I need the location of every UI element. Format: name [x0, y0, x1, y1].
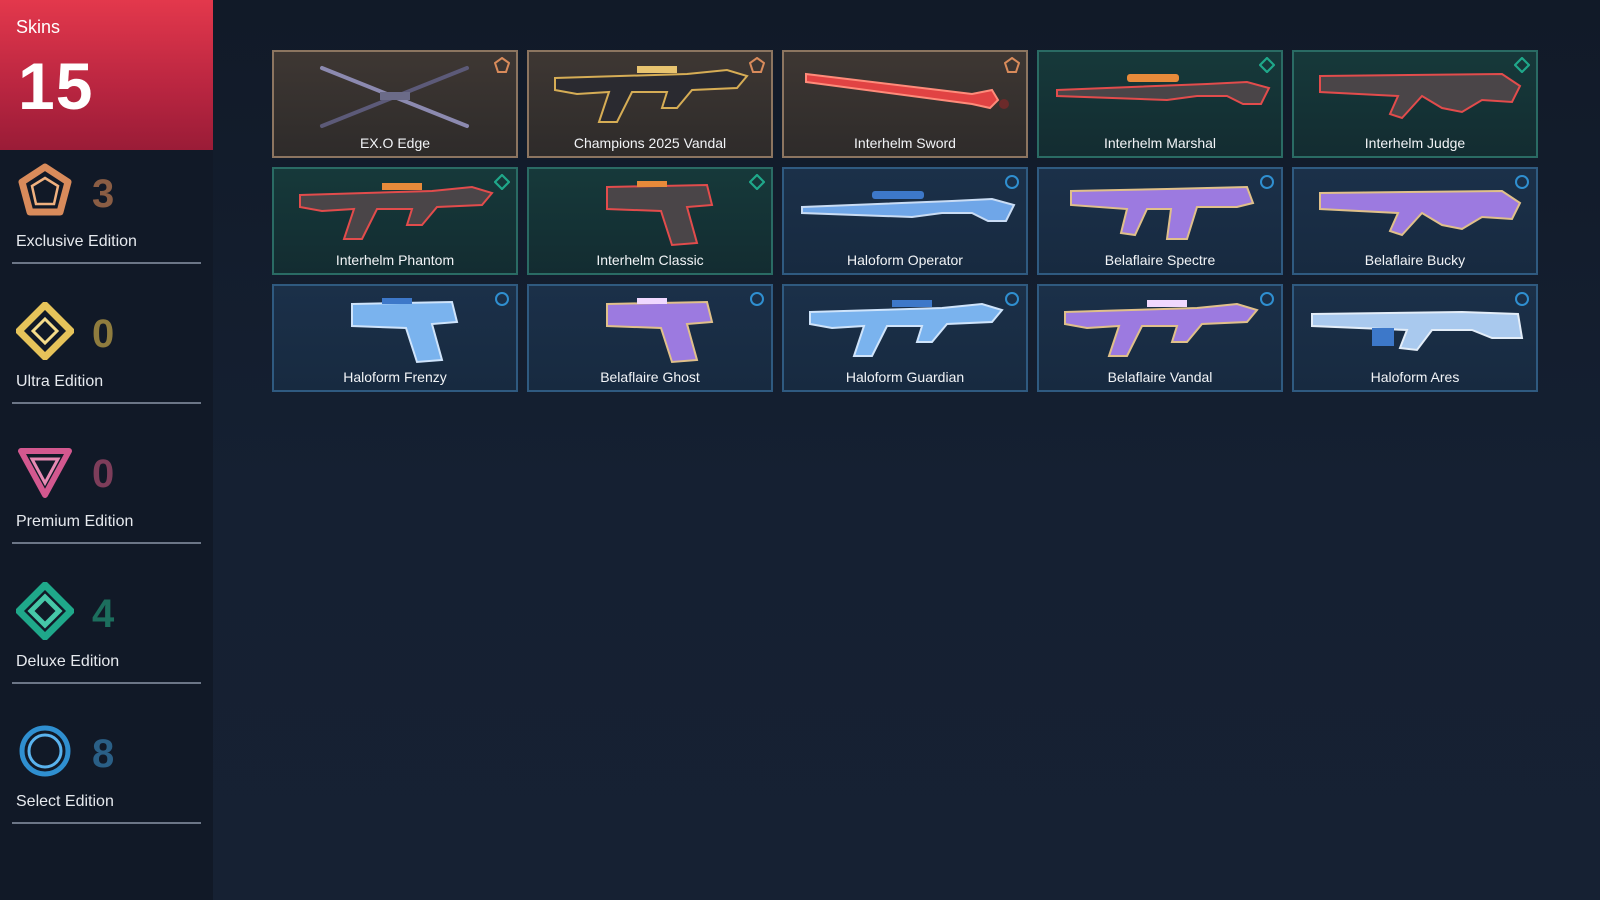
tier-deluxe-label: Deluxe Edition — [16, 653, 120, 670]
select-badge-icon — [1260, 292, 1274, 306]
exclusive-badge-icon — [749, 57, 765, 73]
premium-edition-icon — [18, 448, 72, 498]
skin-name: Haloform Frenzy — [343, 369, 447, 385]
skins-collection-screen: Skins 15 3 Exclusive Edition 0 Ultra Edi… — [0, 0, 1600, 900]
ultra-edition-icon — [16, 302, 74, 360]
select-badge-icon — [1515, 292, 1529, 306]
skin-name: Belaflaire Bucky — [1364, 252, 1466, 268]
tier-deluxe-count: 4 — [92, 592, 115, 636]
weapon-image — [805, 72, 1009, 110]
skin-card[interactable]: Interhelm Classic — [527, 167, 773, 275]
select-badge-icon — [495, 292, 509, 306]
tier-exclusive-count: 3 — [92, 172, 115, 216]
deluxe-badge-icon — [1514, 57, 1530, 73]
tier-select-edition[interactable]: 8 Select Edition — [12, 722, 201, 824]
tier-ultra-edition[interactable]: 0 Ultra Edition — [12, 302, 201, 404]
tier-exclusive-label: Exclusive Edition — [16, 233, 137, 250]
skin-name: Interhelm Marshal — [1103, 135, 1217, 151]
skin-card[interactable]: Belaflaire Bucky — [1292, 167, 1538, 275]
tier-sidebar: Skins 15 3 Exclusive Edition 0 Ultra Edi… — [0, 0, 213, 900]
weapon-image — [554, 66, 749, 123]
exclusive-edition-icon — [18, 163, 72, 216]
skin-card[interactable]: EX.O Edge — [272, 50, 518, 158]
select-badge-icon — [1005, 292, 1019, 306]
skin-name: Haloform Operator — [847, 252, 963, 268]
tier-exclusive-edition[interactable]: 3 Exclusive Edition — [12, 162, 201, 264]
skin-name: Interhelm Sword — [854, 135, 956, 151]
skin-card[interactable]: Haloform Frenzy — [272, 284, 518, 392]
skins-grid: EX.O Edge Champions 2025 Vandal Interhelm … — [272, 50, 1538, 392]
select-badge-icon — [1515, 175, 1529, 189]
skin-name: Belaflaire Vandal — [1107, 369, 1213, 385]
skin-card[interactable]: Belaflaire Vandal — [1037, 284, 1283, 392]
select-badge-icon — [1260, 175, 1274, 189]
weapon-image — [1056, 74, 1271, 105]
weapon-image — [1311, 310, 1524, 352]
skin-name: EX.O Edge — [359, 135, 431, 151]
weapon-image — [351, 298, 459, 364]
weapon-image — [809, 300, 1004, 357]
weapon-image — [1064, 300, 1259, 357]
select-badge-icon — [1005, 175, 1019, 189]
skin-name: Interhelm Judge — [1364, 135, 1466, 151]
deluxe-badge-icon — [749, 174, 765, 190]
total-skins-count: 15 — [18, 49, 94, 123]
weapon-image — [1070, 185, 1255, 240]
skin-card[interactable]: Interhelm Phantom — [272, 167, 518, 275]
skin-name: Interhelm Classic — [596, 252, 704, 268]
tier-ultra-label: Ultra Edition — [16, 373, 104, 390]
deluxe-badge-icon — [1259, 57, 1275, 73]
skin-card[interactable]: Belaflaire Ghost — [527, 284, 773, 392]
exclusive-badge-icon — [494, 57, 510, 73]
skin-card[interactable]: Interhelm Sword — [782, 50, 1028, 158]
skin-card[interactable]: Belaflaire Spectre — [1037, 167, 1283, 275]
tier-select-label: Select Edition — [16, 793, 114, 810]
weapon-image — [606, 298, 714, 364]
skin-name: Interhelm Phantom — [335, 252, 455, 268]
total-skins-title: Skins — [16, 17, 61, 37]
tier-premium-label: Premium Edition — [16, 513, 134, 530]
skin-name: Haloform Ares — [1370, 369, 1460, 385]
exclusive-badge-icon — [1004, 57, 1020, 73]
deluxe-edition-icon — [16, 582, 74, 640]
tier-select-count: 8 — [92, 732, 115, 776]
weapon-image — [1319, 72, 1522, 120]
total-skins-panel: Skins 15 — [0, 0, 213, 150]
tier-premium-edition[interactable]: 0 Premium Edition — [12, 442, 201, 544]
weapon-image — [1319, 189, 1522, 237]
skin-card[interactable]: Haloform Operator — [782, 167, 1028, 275]
skin-name: Belaflaire Spectre — [1104, 252, 1216, 268]
weapon-image — [606, 181, 714, 247]
tier-ultra-count: 0 — [92, 312, 115, 356]
skin-card[interactable]: Interhelm Marshal — [1037, 50, 1283, 158]
select-edition-icon — [19, 725, 71, 777]
select-badge-icon — [750, 292, 764, 306]
skin-card[interactable]: Champions 2025 Vandal — [527, 50, 773, 158]
skin-card[interactable]: Interhelm Judge — [1292, 50, 1538, 158]
skin-card[interactable]: Haloform Guardian — [782, 284, 1028, 392]
tier-premium-count: 0 — [92, 452, 115, 496]
skin-name: Champions 2025 Vandal — [573, 135, 727, 151]
skin-name: Belaflaire Ghost — [600, 369, 700, 385]
skin-name: Haloform Guardian — [845, 369, 965, 385]
weapon-image — [320, 66, 469, 128]
weapon-image — [801, 191, 1016, 222]
tier-deluxe-edition[interactable]: 4 Deluxe Edition — [12, 582, 201, 684]
deluxe-badge-icon — [494, 174, 510, 190]
skin-card[interactable]: Haloform Ares — [1292, 284, 1538, 392]
weapon-image — [299, 183, 494, 240]
